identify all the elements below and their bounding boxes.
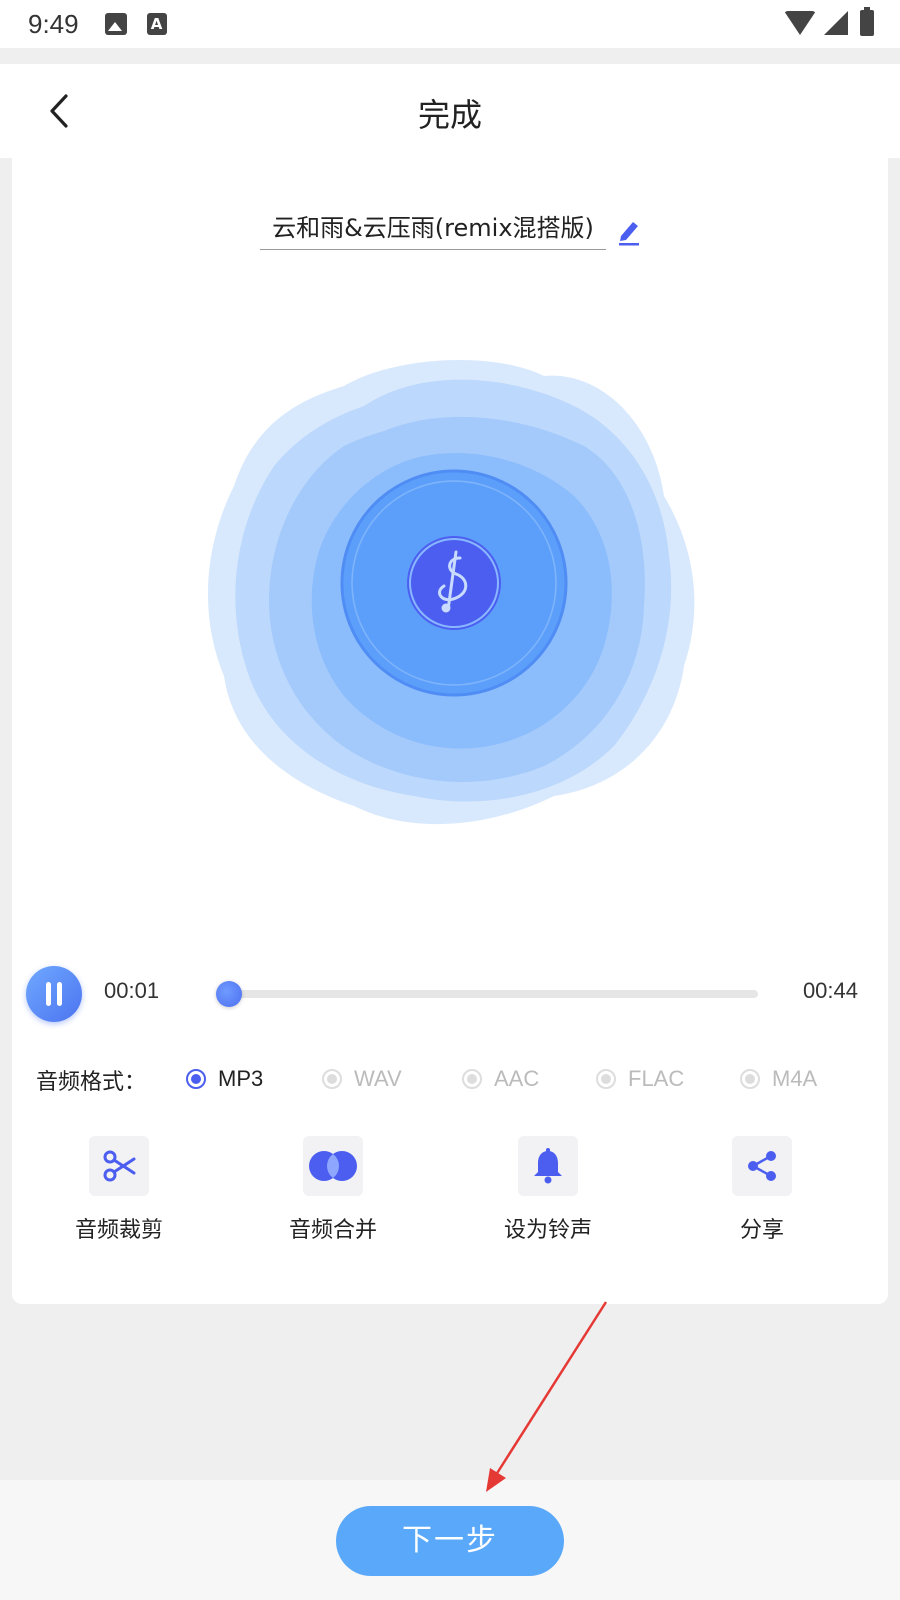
format-option-m4a[interactable]: M4A — [740, 1064, 817, 1094]
tool-set-ringtone[interactable]: 设为铃声 — [473, 1136, 623, 1244]
tool-icon-box — [303, 1136, 363, 1196]
filename-row: 云和雨&云压雨(remix混搭版) — [260, 210, 640, 250]
format-option-flac[interactable]: FLAC — [596, 1064, 684, 1094]
radio-wav[interactable] — [322, 1069, 342, 1089]
format-option-label: AAC — [494, 1066, 540, 1091]
format-options: MP3 WAV AAC FLAC M4A — [186, 1064, 876, 1094]
tool-label: 音频裁剪 — [74, 1218, 163, 1243]
status-time: 9:49 — [28, 8, 79, 39]
screen: 9:49 A 完成 云和雨&云压雨(remix混搭版) 00:01 00:44 … — [0, 0, 900, 1600]
tool-audio-cut[interactable]: 音频裁剪 — [44, 1136, 194, 1244]
bell-icon — [534, 1148, 562, 1184]
status-bar: 9:49 A — [0, 0, 900, 48]
format-option-label: FLAC — [628, 1066, 685, 1091]
format-option-label: MP3 — [218, 1066, 264, 1091]
progress-slider[interactable] — [215, 981, 758, 1007]
merge-icon — [309, 1151, 357, 1181]
page-title: 完成 — [417, 96, 482, 134]
pause-button[interactable] — [26, 966, 82, 1022]
tool-audio-merge[interactable]: 音频合并 — [258, 1136, 408, 1244]
tool-label: 设为铃声 — [503, 1218, 592, 1243]
tool-label: 音频合并 — [288, 1218, 377, 1243]
filename-field[interactable]: 云和雨&云压雨(remix混搭版) — [260, 210, 606, 250]
share-icon — [748, 1151, 776, 1181]
audio-disc-visual — [207, 359, 695, 825]
radio-m4a[interactable] — [740, 1069, 760, 1089]
disc-center — [407, 536, 501, 630]
scissors-icon — [103, 1150, 136, 1182]
radio-aac[interactable] — [462, 1069, 482, 1089]
current-time: 00:01 — [104, 978, 160, 1003]
image-notification-icon — [104, 13, 127, 35]
wifi-icon — [784, 11, 816, 35]
radio-mp3[interactable] — [186, 1069, 206, 1089]
tool-label: 分享 — [739, 1218, 784, 1243]
tool-icon-box — [732, 1136, 792, 1196]
format-option-wav[interactable]: WAV — [322, 1064, 402, 1094]
format-option-aac[interactable]: AAC — [462, 1064, 539, 1094]
next-step-button[interactable]: 下一步 — [336, 1506, 564, 1576]
tool-share[interactable]: 分享 — [687, 1136, 837, 1244]
title-bar: 完成 — [0, 64, 900, 158]
battery-icon — [860, 7, 874, 36]
tool-icon-box — [89, 1136, 149, 1196]
tool-icon-box — [518, 1136, 578, 1196]
signal-icon — [824, 11, 848, 35]
format-option-label: WAV — [354, 1066, 402, 1091]
format-label: 音频格式： — [36, 1070, 147, 1095]
edit-icon[interactable] — [616, 216, 642, 246]
progress-thumb[interactable] — [215, 981, 242, 1007]
status-indicators — [784, 7, 874, 36]
format-option-label: M4A — [772, 1066, 818, 1091]
format-option-mp3[interactable]: MP3 — [186, 1064, 263, 1094]
result-card: 云和雨&云压雨(remix混搭版) 00:01 00:44 音频格式： MP3 … — [12, 158, 888, 1304]
radio-flac[interactable] — [596, 1069, 616, 1089]
a-notification-icon: A — [146, 13, 167, 35]
tool-row: 音频裁剪 音频合并 设为铃声 分享 — [12, 1136, 888, 1266]
total-time: 00:44 — [802, 978, 858, 1003]
